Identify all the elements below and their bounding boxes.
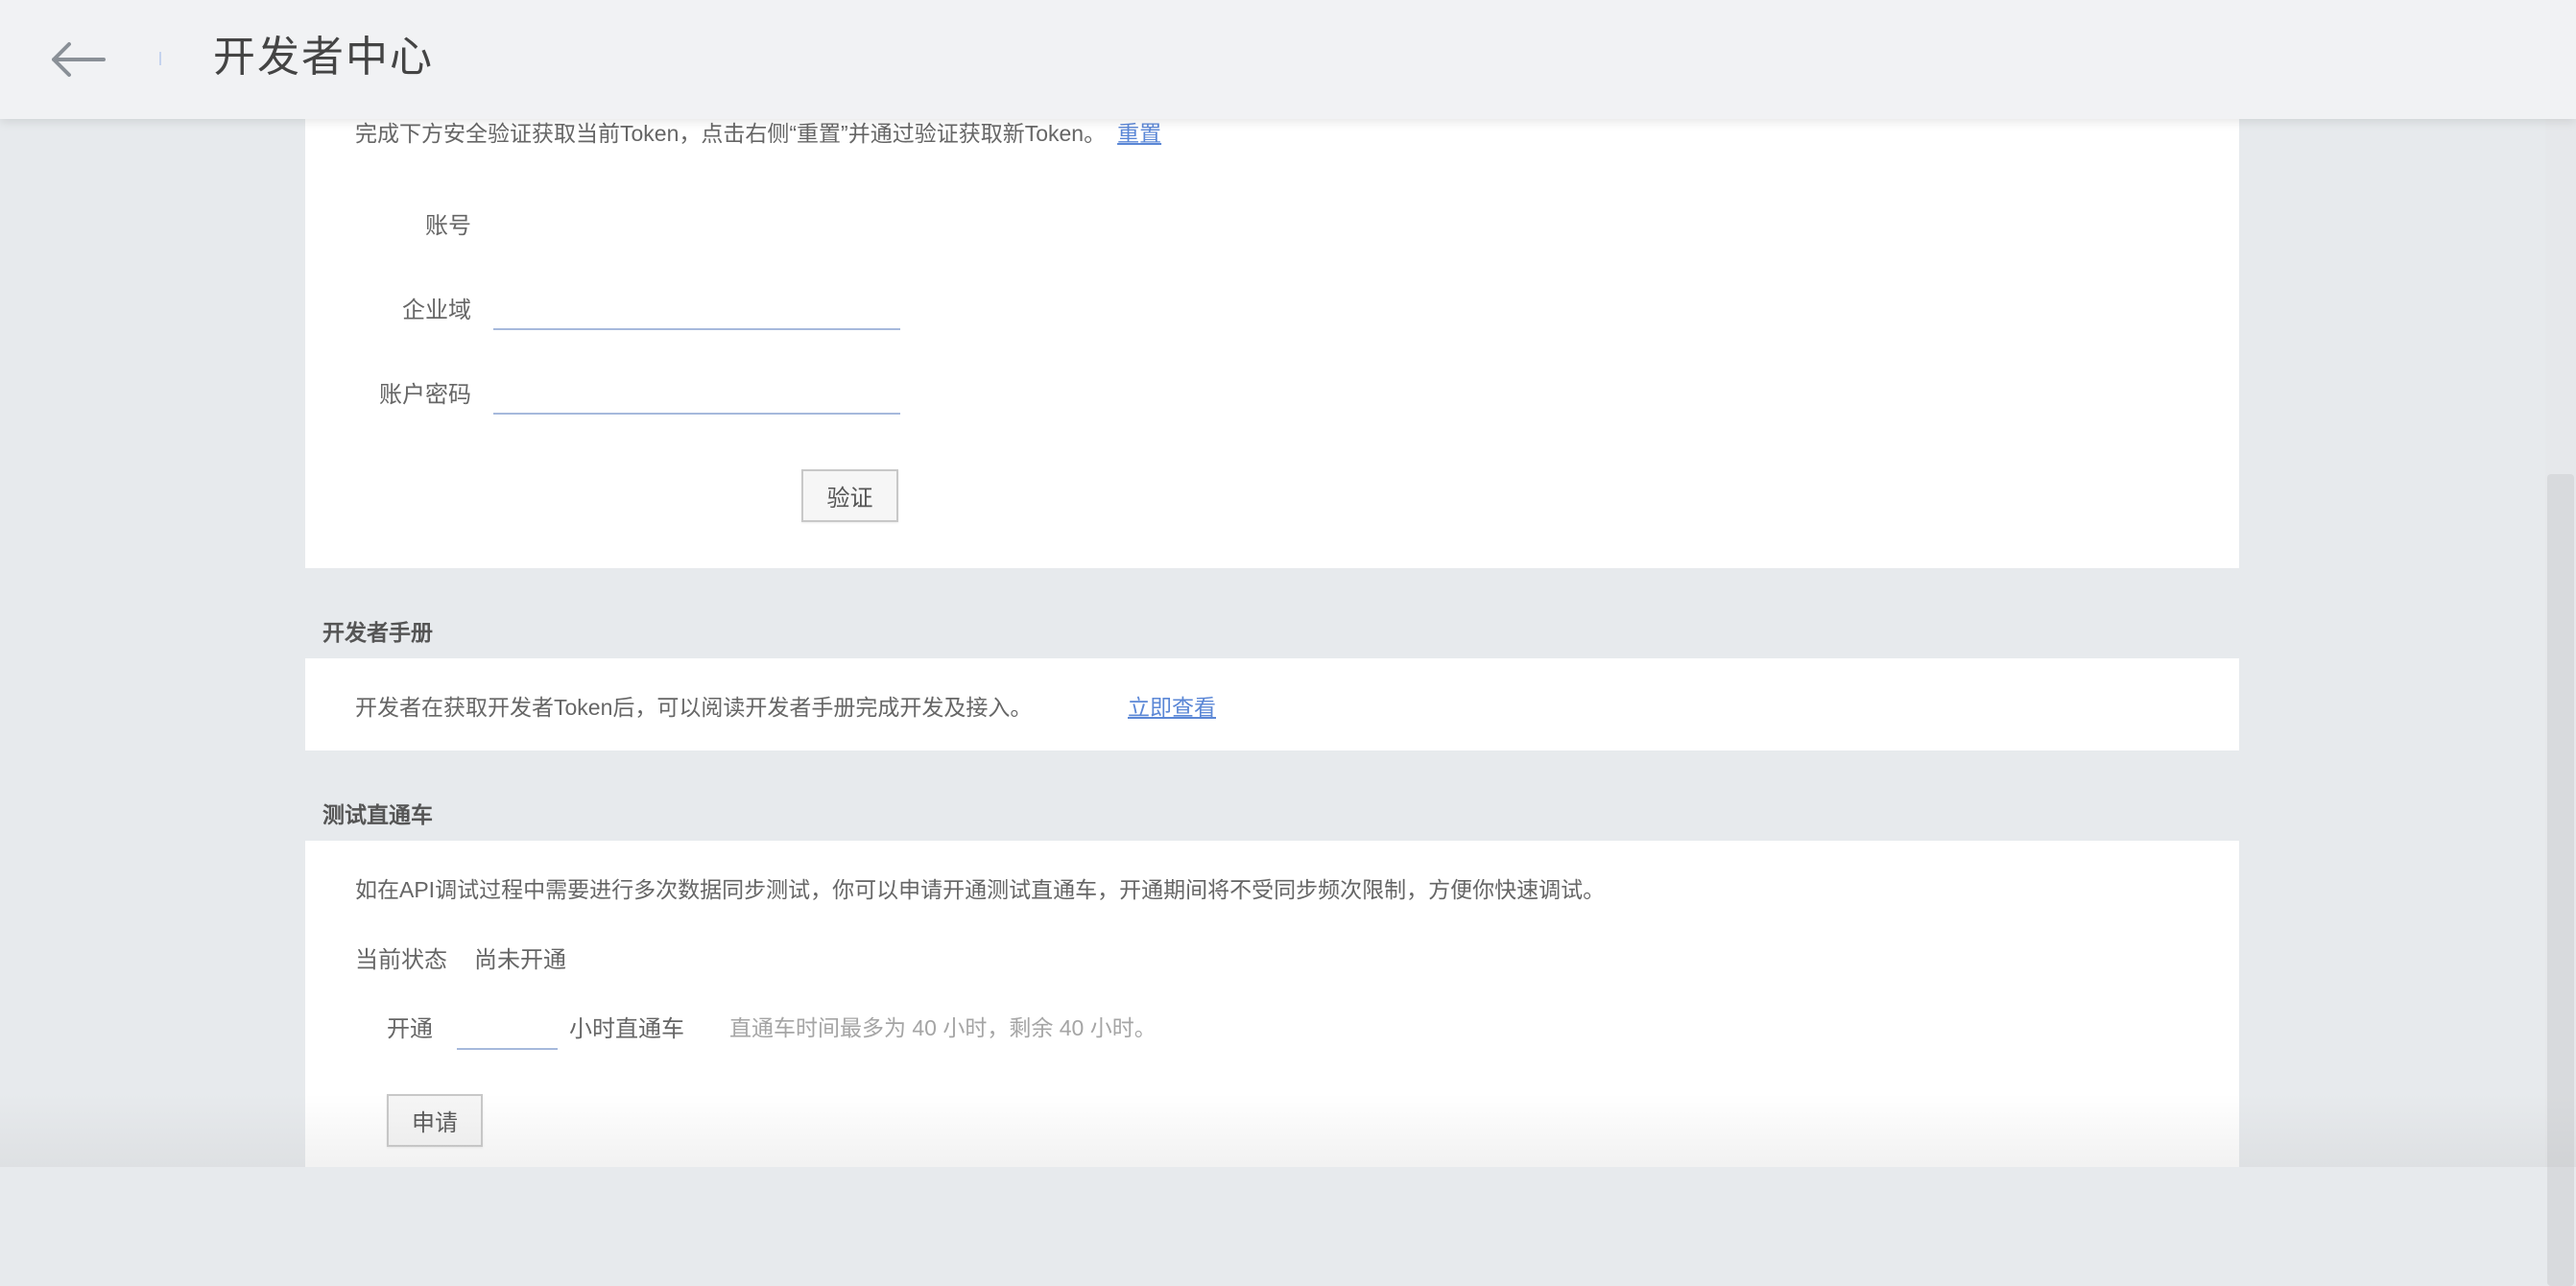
domain-input[interactable] <box>493 292 900 330</box>
page-title: 开发者中心 <box>213 34 434 81</box>
hours-input[interactable] <box>457 1012 558 1050</box>
test-description: 如在API调试过程中需要进行多次数据同步测试，你可以申请开通测试直通车，开通期间… <box>355 877 1606 902</box>
password-input[interactable] <box>493 376 900 415</box>
hours-hint: 直通车时间最多为 40 小时，剩余 40 小时。 <box>729 1015 1157 1040</box>
scrollbar-thumb[interactable] <box>2547 474 2574 1286</box>
status-label: 当前状态 <box>355 947 447 973</box>
apply-button[interactable]: 申请 <box>387 1094 483 1147</box>
token-instruction: 完成下方安全验证获取当前Token，点击右侧“重置”并通过验证获取新Token。… <box>355 115 1161 148</box>
domain-label: 企业域 <box>402 298 471 323</box>
hours-suffix: 小时直通车 <box>569 1016 684 1042</box>
scrollbar-track[interactable] <box>2545 119 2576 1286</box>
password-label: 账户密码 <box>379 382 471 408</box>
manual-description: 开发者在获取开发者Token后，可以阅读开发者手册完成开发及接入。 <box>355 695 1033 720</box>
open-label: 开通 <box>387 1016 433 1042</box>
arrow-left-icon <box>52 42 106 77</box>
view-manual-link[interactable]: 立即查看 <box>1128 689 1216 722</box>
account-label: 账号 <box>425 213 471 239</box>
header-divider <box>159 52 161 65</box>
manual-section-title: 开发者手册 <box>322 620 433 645</box>
status-value: 尚未开通 <box>474 947 566 973</box>
token-instruction-text: 完成下方安全验证获取当前Token，点击右侧“重置”并通过验证获取新Token。 <box>355 121 1107 146</box>
reset-link[interactable]: 重置 <box>1117 121 1161 146</box>
top-bar: 开发者中心 <box>0 0 2576 119</box>
back-button[interactable] <box>48 35 107 84</box>
test-section-title: 测试直通车 <box>322 802 433 827</box>
verify-button[interactable]: 验证 <box>801 469 898 522</box>
